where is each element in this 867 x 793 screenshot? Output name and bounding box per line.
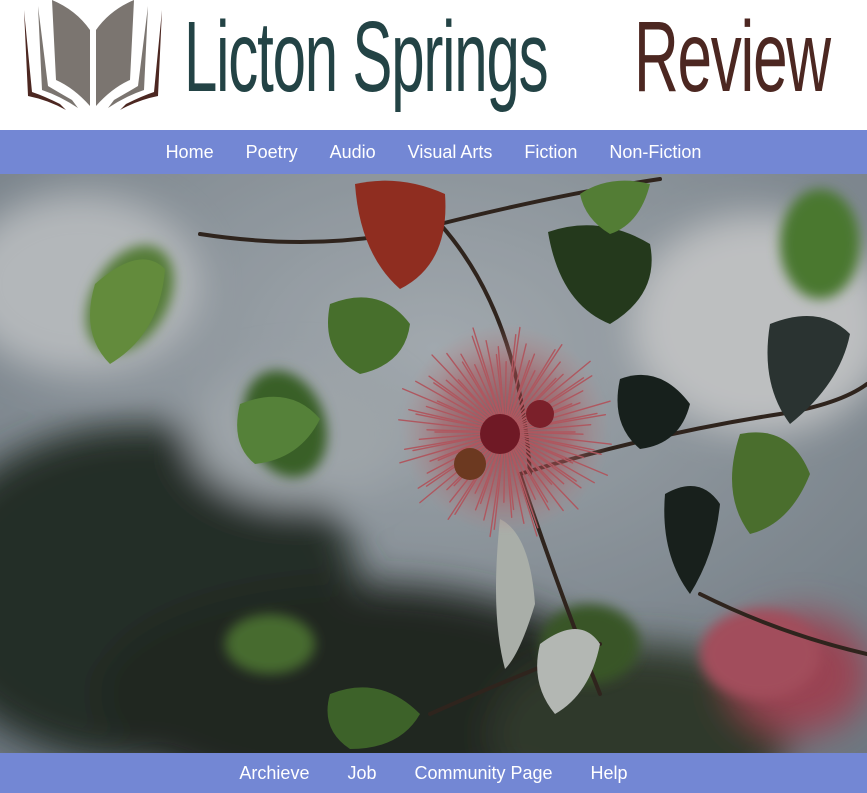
footer-nav: Archieve Job Community Page Help — [0, 753, 867, 793]
hero-photo — [0, 174, 867, 753]
main-nav: Home Poetry Audio Visual Arts Fiction No… — [0, 130, 867, 174]
nav-non-fiction[interactable]: Non-Fiction — [593, 142, 717, 163]
site-title-primary: Licton Springs — [184, 1, 549, 113]
nav-visual-arts[interactable]: Visual Arts — [392, 142, 509, 163]
nav-fiction[interactable]: Fiction — [508, 142, 593, 163]
nav-archieve[interactable]: Archieve — [220, 763, 328, 784]
site-header: Licton Springs Review — [0, 0, 867, 130]
open-book-icon[interactable] — [18, 0, 168, 112]
nav-help[interactable]: Help — [572, 763, 647, 784]
nav-audio[interactable]: Audio — [314, 142, 392, 163]
nav-job[interactable]: Job — [328, 763, 395, 784]
nav-community-page[interactable]: Community Page — [395, 763, 571, 784]
site-title-secondary: Review — [634, 1, 831, 113]
nav-poetry[interactable]: Poetry — [230, 142, 314, 163]
nav-home[interactable]: Home — [150, 142, 230, 163]
hero-image — [0, 174, 867, 753]
